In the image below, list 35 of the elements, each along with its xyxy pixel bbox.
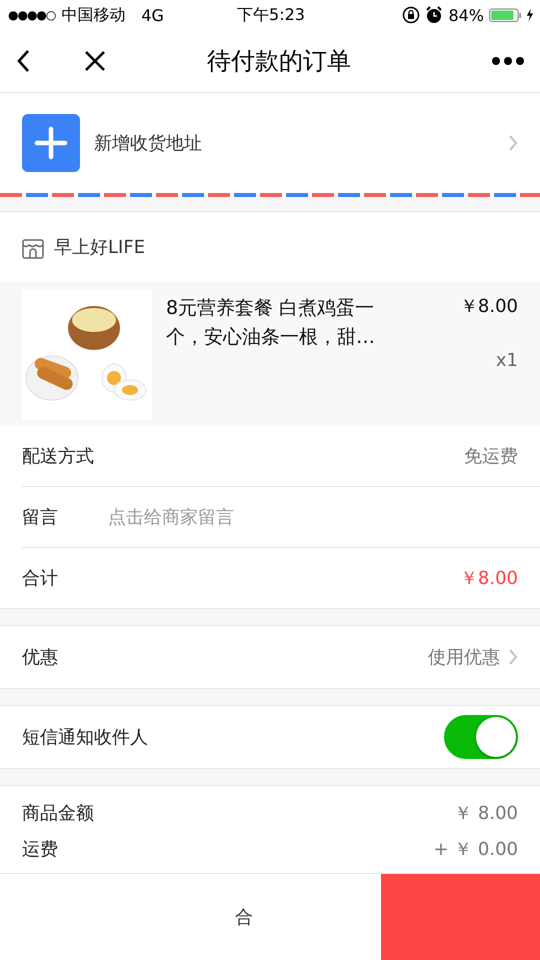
summary-label: 运费: [22, 838, 58, 861]
battery-percent: 84%: [448, 6, 484, 24]
back-icon[interactable]: [16, 49, 32, 73]
carrier-name: 中国移动: [61, 4, 126, 26]
clock-time: 下午5:23: [237, 4, 305, 26]
shop-name: 早上好LIFE: [54, 236, 146, 259]
add-icon: [22, 114, 80, 172]
alarm-clock-icon: [425, 6, 444, 24]
add-address-row[interactable]: 新增收货地址: [0, 93, 540, 193]
row-label: 合计: [22, 567, 58, 590]
rotation-lock-icon: [402, 6, 420, 24]
total-amount: ￥8.00: [460, 567, 518, 590]
message-field[interactable]: 点击给商家留言: [108, 506, 518, 528]
chevron-icon: [508, 648, 518, 666]
product-price: ￥8.00: [460, 295, 518, 318]
product-quantity: x1: [496, 350, 518, 371]
sms-label: 短信通知收件人: [22, 726, 148, 749]
close-icon[interactable]: [84, 50, 106, 72]
battery-icon: [489, 8, 521, 22]
product-title: 8元营养套餐 白煮鸡蛋一个，安心油条一根，甜…: [166, 296, 376, 350]
row-label: 配送方式: [22, 445, 94, 468]
chevron-icon: [508, 134, 518, 152]
page-title: 待付款的订单: [206, 46, 352, 77]
total-label: 合: [235, 906, 253, 929]
sms-toggle[interactable]: [444, 715, 518, 759]
row-value: 免运费: [464, 445, 518, 468]
summary-value: + ￥ 0.00: [433, 838, 518, 861]
charging-icon: [526, 8, 534, 22]
network-type: 4G: [141, 6, 164, 24]
summary-label: 商品金额: [22, 802, 94, 825]
signal-strength: ●●●●○: [8, 8, 56, 22]
summary-value: ￥ 8.00: [454, 802, 518, 825]
coupon-value: 使用优惠: [428, 646, 500, 669]
more-icon[interactable]: [492, 57, 524, 65]
row-label: 留言: [22, 506, 58, 529]
